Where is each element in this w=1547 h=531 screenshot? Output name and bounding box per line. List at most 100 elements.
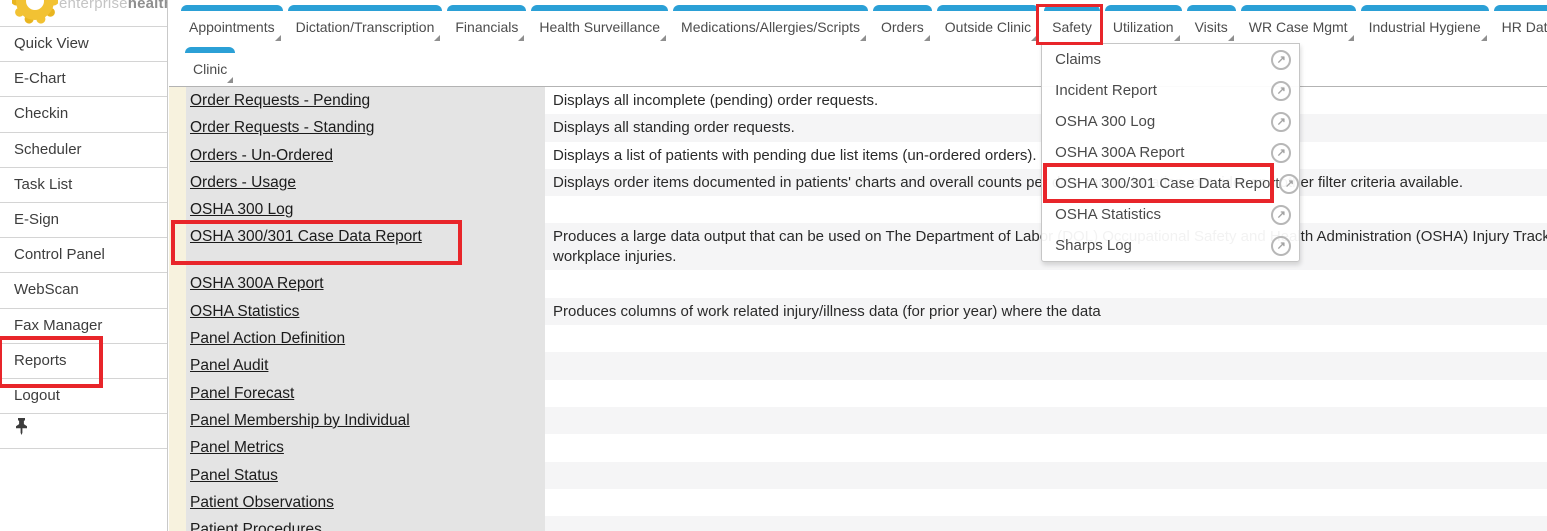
sidebar-item-logout[interactable]: Logout — [0, 378, 167, 413]
tab-industrial-hygiene[interactable]: Industrial Hygiene — [1361, 5, 1489, 43]
open-in-new-icon[interactable]: ↗ — [1271, 81, 1291, 101]
menu-item-incident-report[interactable]: Incident Report↗ — [1042, 75, 1299, 106]
sidebar-item-e-chart[interactable]: E-Chart — [0, 61, 167, 96]
gear-logo-icon — [12, 0, 58, 26]
report-link-panel-status[interactable]: Panel Status — [190, 467, 278, 484]
sidebar-item-task-list[interactable]: Task List — [0, 167, 167, 202]
tab-medications-allergies-scripts[interactable]: Medications/Allergies/Scripts — [673, 5, 868, 43]
open-in-new-icon[interactable]: ↗ — [1271, 50, 1291, 70]
sidebar-item-control-panel[interactable]: Control Panel — [0, 237, 167, 272]
menu-item-osha-300a-report[interactable]: OSHA 300A Report ↗ — [1042, 137, 1299, 168]
report-name-cell: OSHA 300/301 Case Data Report — [186, 223, 545, 270]
tab-health-surveillance[interactable]: Health Surveillance — [531, 5, 668, 43]
report-link-osha-statistics[interactable]: OSHA Statistics — [190, 303, 299, 320]
open-in-new-icon[interactable]: ↗ — [1271, 143, 1291, 163]
tab-label: Dictation/Transcription — [296, 19, 435, 35]
report-link-patient-observations[interactable]: Patient Observations — [190, 494, 334, 511]
open-in-new-icon[interactable]: ↗ — [1271, 112, 1291, 132]
sidebar-item-webscan[interactable]: WebScan — [0, 272, 167, 307]
tab-label: Visits — [1195, 19, 1228, 35]
tab-wr-case-mgmt[interactable]: WR Case Mgmt — [1241, 5, 1356, 43]
tab-label: Medications/Allergies/Scripts — [681, 19, 860, 35]
report-link-panel-audit[interactable]: Panel Audit — [190, 357, 268, 374]
tab-utilization[interactable]: Utilization — [1105, 5, 1182, 43]
tab-clinic[interactable]: Clinic — [185, 47, 235, 85]
safety-dropdown-menu: Claims↗Incident Report↗OSHA 300 Log↗OSHA… — [1041, 43, 1300, 262]
tab-label: Health Surveillance — [539, 19, 660, 35]
menu-item-osha-300-log[interactable]: OSHA 300 Log ↗ — [1042, 106, 1299, 137]
sidebar-item-pin[interactable] — [0, 413, 167, 448]
menu-item-label: OSHA 300 Log — [1055, 113, 1155, 130]
report-link-osha-300a-report[interactable]: OSHA 300A Report — [190, 275, 324, 292]
table-row: Panel Membership by Individual — [186, 407, 1547, 434]
tab-safety[interactable]: SafetyClaims↗Incident Report↗OSHA 300 Lo… — [1044, 5, 1100, 43]
report-link-panel-forecast[interactable]: Panel Forecast — [190, 385, 294, 402]
sidebar-item-checkin[interactable]: Checkin — [0, 96, 167, 131]
sidebar-item-scheduler[interactable]: Scheduler — [0, 132, 167, 167]
sidebar-item-e-sign[interactable]: E-Sign — [0, 202, 167, 237]
menu-item-label: Claims — [1055, 51, 1101, 68]
report-name-cell: OSHA 300A Report — [186, 270, 545, 297]
table-row: Patient Procedures — [186, 516, 1547, 531]
chevron-corner-icon — [660, 35, 666, 41]
report-description-cell — [545, 407, 1547, 434]
table-row: OSHA 300 Log — [186, 196, 1547, 223]
report-link-panel-action-definition[interactable]: Panel Action Definition — [190, 330, 345, 347]
report-name-cell: Panel Audit — [186, 352, 545, 379]
report-description-cell — [545, 516, 1547, 531]
report-name-cell: Order Requests - Standing — [186, 114, 545, 141]
tab-visits[interactable]: Visits — [1187, 5, 1236, 43]
left-accent-strip — [169, 87, 186, 531]
report-link-orders-usage[interactable]: Orders - Usage — [190, 174, 296, 191]
sidebar-item-reports[interactable]: Reports — [0, 343, 167, 378]
report-name-cell: Orders - Usage — [186, 169, 545, 196]
report-description-cell — [545, 352, 1547, 379]
report-link-orders-un-ordered[interactable]: Orders - Un-Ordered — [190, 147, 333, 164]
table-row: Orders - UsageDisplays order items docum… — [186, 169, 1547, 196]
report-link-osha-300-log[interactable]: OSHA 300 Log — [190, 201, 293, 218]
report-link-panel-metrics[interactable]: Panel Metrics — [190, 439, 284, 456]
sidebar: enterprisehealth Quick ViewE-ChartChecki… — [0, 0, 168, 531]
menu-item-label: OSHA 300A Report — [1055, 144, 1184, 161]
menu-item-sharps-log[interactable]: Sharps Log↗ — [1042, 230, 1299, 261]
report-link-order-requests-standing[interactable]: Order Requests - Standing — [190, 119, 374, 136]
open-in-new-icon[interactable]: ↗ — [1279, 174, 1299, 194]
report-name-cell: Order Requests - Pending — [186, 87, 545, 114]
report-link-patient-procedures[interactable]: Patient Procedures — [190, 521, 322, 531]
report-link-order-requests-pending[interactable]: Order Requests - Pending — [190, 92, 370, 109]
table-row: Order Requests - PendingDisplays all inc… — [186, 87, 1547, 114]
tab-financials[interactable]: Financials — [447, 5, 526, 43]
tab-dictation-transcription[interactable]: Dictation/Transcription — [288, 5, 443, 43]
open-in-new-icon[interactable]: ↗ — [1271, 205, 1291, 225]
report-description-cell: Produces columns of work related injury/… — [545, 298, 1547, 325]
report-name-cell: Panel Forecast — [186, 380, 545, 407]
chevron-corner-icon — [227, 77, 233, 83]
chevron-corner-icon — [860, 35, 866, 41]
sidebar-item-quick-view[interactable]: Quick View — [0, 26, 167, 61]
table-row: Panel Audit — [186, 352, 1547, 379]
report-link-osha-300-301-case-data-report[interactable]: OSHA 300/301 Case Data Report — [190, 228, 422, 245]
report-link-panel-membership-by-individual[interactable]: Panel Membership by Individual — [190, 412, 410, 429]
report-description-cell — [545, 489, 1547, 516]
report-name-cell: Patient Procedures — [186, 516, 545, 531]
tab-label: Outside Clinic — [945, 19, 1031, 35]
menu-item-label: OSHA 300/301 Case Data Report — [1055, 175, 1279, 192]
menu-item-label: OSHA Statistics — [1055, 206, 1161, 223]
chevron-corner-icon — [1228, 35, 1234, 41]
tab-orders[interactable]: Orders — [873, 5, 932, 43]
menu-item-claims[interactable]: Claims ↗ — [1042, 44, 1299, 75]
tab-label: HR Data Feed — [1502, 19, 1547, 35]
tab-hr-data-feed[interactable]: HR Data Feed — [1494, 5, 1547, 43]
report-description-cell — [545, 380, 1547, 407]
table-row: Orders - Un-OrderedDisplays a list of pa… — [186, 142, 1547, 169]
tab-outside-clinic[interactable]: Outside Clinic — [937, 5, 1039, 43]
open-in-new-icon[interactable]: ↗ — [1271, 236, 1291, 256]
report-name-cell: OSHA 300 Log — [186, 196, 545, 223]
report-description-line: Produces columns of work related injury/… — [553, 298, 1547, 325]
menu-item-osha-300-301-case-data-report[interactable]: OSHA 300/301 Case Data Report↗ — [1042, 168, 1299, 199]
chevron-corner-icon — [1348, 35, 1354, 41]
tab-appointments[interactable]: Appointments — [181, 5, 283, 43]
chevron-corner-icon — [275, 35, 281, 41]
sidebar-item-fax-manager[interactable]: Fax Manager — [0, 308, 167, 343]
menu-item-osha-statistics[interactable]: OSHA Statistics ↗ — [1042, 199, 1299, 230]
